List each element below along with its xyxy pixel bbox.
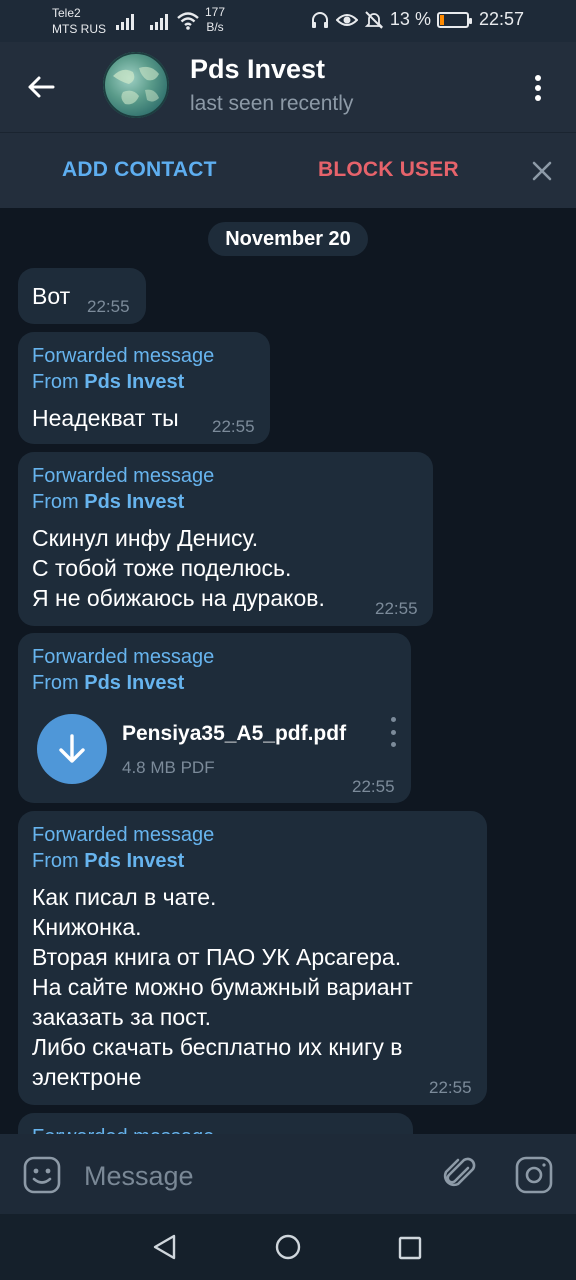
contact-action-bar: ADD CONTACT BLOCK USER: [0, 132, 576, 208]
forward-from[interactable]: From Pds Invest: [32, 848, 214, 874]
status-bar: Tele2 MTS RUS 177 B/s 13 % 22:57: [0, 0, 576, 42]
forward-label: Forwarded message: [32, 1124, 214, 1134]
emoji-icon[interactable]: [22, 1155, 62, 1195]
message-time: 22:55: [212, 417, 255, 436]
more-vertical-icon: [390, 717, 396, 722]
forward-from-prefix: From: [32, 672, 79, 694]
eye-icon: [335, 13, 358, 26]
message-time: 22:55: [352, 777, 395, 796]
headphones-icon: [311, 11, 328, 28]
back-button[interactable]: [20, 66, 62, 108]
paperclip-icon[interactable]: [440, 1154, 480, 1194]
signal-icon: [116, 14, 134, 30]
carrier-2: MTS RUS: [52, 22, 106, 36]
message-bubble[interactable]: Forwarded message From Pds Invest Скинул…: [18, 452, 433, 626]
signal-icon-2: [150, 14, 168, 30]
file-size: 4.8 MB PDF: [122, 758, 215, 777]
message-composer: [0, 1134, 576, 1214]
wifi-icon: [177, 12, 199, 30]
more-vertical-icon: [535, 75, 541, 81]
message-time: 22:55: [87, 297, 130, 316]
nav-recents-icon[interactable]: [398, 1236, 422, 1260]
arrow-down-icon: [59, 734, 85, 763]
forward-from-prefix: From: [32, 850, 79, 872]
globe-avatar-image: [103, 52, 169, 118]
download-button[interactable]: [37, 714, 107, 784]
battery-icon: [436, 11, 472, 28]
carrier-1: Tele2: [52, 6, 81, 20]
file-menu-button[interactable]: [387, 717, 399, 747]
message-bubble[interactable]: Вот 22:55: [18, 268, 146, 324]
mute-bell-icon: [364, 10, 384, 29]
forward-label: Forwarded message: [32, 465, 215, 487]
forward-from-name: Pds Invest: [84, 850, 185, 872]
net-speed-value: 177: [205, 5, 226, 19]
arrow-left-icon: [28, 76, 55, 98]
close-icon[interactable]: [526, 155, 558, 187]
file-name[interactable]: Pensiya35_A5_pdf.pdf: [122, 722, 346, 746]
message-bubble[interactable]: Forwarded message From Pds Invest Как пи…: [18, 811, 487, 1105]
file-message-bubble[interactable]: Forwarded message From Pds Invest Pensiy…: [18, 633, 411, 803]
chat-title[interactable]: Pds Invest: [190, 54, 325, 85]
date-separator: November 20: [208, 222, 368, 256]
net-speed-unit: B/s: [206, 20, 224, 34]
forward-label: Forwarded message: [32, 824, 215, 846]
forward-from-prefix: From: [32, 371, 79, 393]
message-time: 22:55: [375, 599, 418, 618]
net-speed: 177 B/s: [205, 5, 225, 35]
message-text: Неадекват ты: [32, 405, 179, 431]
battery-percent: 13 %: [389, 9, 431, 29]
forward-from-prefix: From: [32, 491, 79, 513]
message-list[interactable]: November 20 Вот 22:55 Forwarded message …: [0, 208, 576, 1134]
forward-from[interactable]: From Pds Invest: [32, 670, 214, 696]
forward-from[interactable]: From Pds Invest: [32, 489, 214, 515]
more-menu-button[interactable]: [522, 68, 554, 108]
message-bubble[interactable]: Forwarded message From Pds Invest Неадек…: [18, 332, 270, 444]
block-user-button[interactable]: BLOCK USER: [318, 158, 459, 182]
message-time: 22:55: [429, 1078, 472, 1097]
message-text: Вот: [32, 283, 71, 309]
system-nav-bar: [0, 1214, 576, 1280]
message-text: Как писал в чате. Книжонка. Вторая книга…: [32, 884, 413, 1090]
status-right: 13 % 22:57: [310, 9, 524, 30]
nav-home-icon[interactable]: [273, 1233, 303, 1261]
message-bubble[interactable]: Forwarded message: [18, 1113, 413, 1134]
forward-from-name: Pds Invest: [84, 491, 185, 513]
nav-back-icon[interactable]: [150, 1233, 180, 1261]
camera-icon[interactable]: [514, 1155, 554, 1195]
forward-from-name: Pds Invest: [84, 371, 185, 393]
forward-label: Forwarded message: [32, 345, 215, 367]
message-input[interactable]: [84, 1158, 404, 1194]
forward-from-name: Pds Invest: [84, 672, 185, 694]
forward-label: Forwarded message: [32, 646, 215, 668]
carrier-info: Tele2 MTS RUS: [52, 5, 106, 37]
avatar[interactable]: [103, 52, 169, 118]
last-seen-status: last seen recently: [190, 92, 354, 115]
message-text: Скинул инфу Денису. С тобой тоже поделюс…: [32, 525, 325, 611]
forward-from[interactable]: From Pds Invest: [32, 369, 214, 395]
chat-header: Pds Invest last seen recently: [0, 42, 576, 132]
clock: 22:57: [478, 9, 524, 29]
add-contact-button[interactable]: ADD CONTACT: [62, 158, 217, 182]
